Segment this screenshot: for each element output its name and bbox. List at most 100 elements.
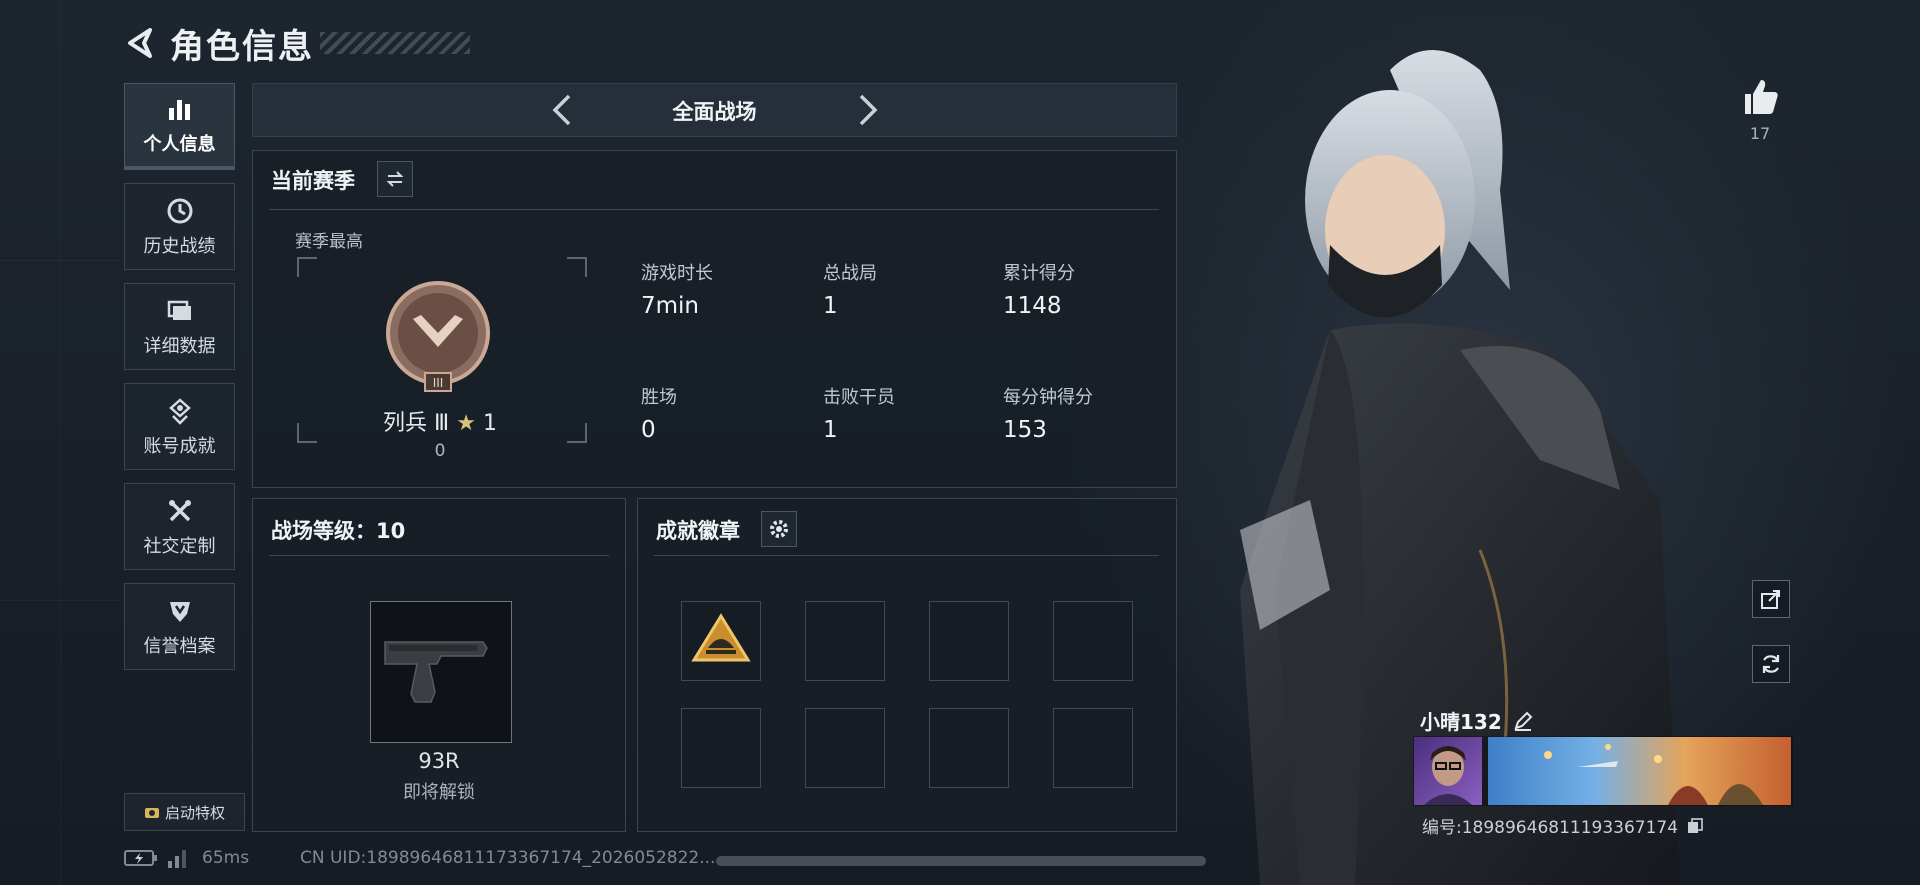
battlefield-level-panel: 战场等级：10 93R 即将解锁 [252, 498, 626, 832]
scrollbar[interactable] [716, 856, 1206, 866]
mode-label: 全面战场 [672, 100, 757, 124]
nav-item-achievements[interactable]: 账号成就 [124, 383, 235, 470]
stat-total-score: 累计得分 1148 [1003, 259, 1075, 319]
gear-icon [770, 520, 788, 538]
stat-wins: 胜场 0 [641, 383, 677, 443]
badge-slot[interactable] [681, 708, 761, 788]
stat-play-time: 游戏时长 7min [641, 259, 713, 319]
folder-icon [167, 300, 191, 320]
nav-item-credit-record[interactable]: 信誉档案 [124, 583, 235, 670]
battery-icon [124, 850, 157, 866]
frame-corner [297, 257, 317, 277]
badge-slot[interactable] [929, 601, 1009, 681]
rank-stars: 1 [482, 411, 497, 436]
title-decoration [320, 32, 470, 54]
badge-slot[interactable] [805, 708, 885, 788]
weapon-name: 93R [418, 749, 460, 773]
back-arrow-icon[interactable] [124, 26, 158, 60]
stat-value: 1 [823, 417, 838, 443]
thumbs-up-icon[interactable] [1739, 76, 1781, 118]
weapon-unlock-status: 即将解锁 [403, 782, 475, 803]
swap-icon [386, 171, 404, 187]
nav-item-social-custom[interactable]: 社交定制 [124, 483, 235, 570]
player-id-row: 编号:18989646811193367174 [1422, 813, 1704, 838]
nav-label: 历史战绩 [143, 235, 216, 257]
achievement-icon [168, 397, 191, 425]
rank-points: 0 [434, 441, 446, 461]
start-perk-button[interactable]: 启动特权 [124, 793, 245, 831]
player-name-row: 小晴132 [1420, 706, 1534, 735]
perk-label: 启动特权 [164, 803, 225, 822]
page-header: 角色信息 [124, 18, 470, 68]
nav-label: 社交定制 [143, 535, 216, 557]
share-icon [1761, 590, 1780, 609]
stat-value: 7min [641, 293, 700, 319]
nav-label: 详细数据 [143, 335, 216, 357]
copy-icon[interactable] [1686, 817, 1704, 835]
stat-value: 153 [1003, 417, 1047, 443]
pistol-icon [384, 641, 488, 703]
frame-corner [567, 257, 587, 277]
svg-text:III: III [433, 376, 444, 390]
nav-label: 账号成就 [143, 435, 216, 457]
bg-grid-line [60, 0, 61, 885]
bg-grid-line [0, 260, 120, 261]
namecard-banner[interactable] [1488, 737, 1791, 805]
edit-pencil-icon[interactable] [1512, 710, 1534, 732]
badge-slot[interactable] [929, 708, 1009, 788]
stat-value: 0 [641, 417, 656, 443]
rotate-button[interactable] [1752, 645, 1790, 683]
badge-slot[interactable] [1053, 601, 1133, 681]
achievement-badges-panel: 成就徽章 [637, 498, 1177, 832]
badge-slot[interactable] [1053, 708, 1133, 788]
stat-score-per-minute: 每分钟得分 153 [1003, 383, 1093, 443]
season-switch-button[interactable] [377, 161, 413, 197]
mode-selector: 全面战场 [252, 83, 1177, 137]
battlefield-level-title: 战场等级：10 [271, 519, 406, 543]
star-icon: ★ [456, 411, 476, 436]
refresh-icon [1762, 655, 1780, 673]
bg-grid-line [0, 600, 120, 601]
badges-title: 成就徽章 [656, 519, 740, 543]
weapon-unlock-card[interactable] [370, 601, 512, 743]
season-best-label: 赛季最高 [295, 232, 363, 252]
stat-value: 1 [823, 293, 838, 319]
shield-icon [169, 601, 190, 622]
divider [654, 555, 1159, 556]
frame-corner [567, 423, 587, 443]
stat-label: 总战局 [823, 263, 877, 284]
frame-corner [297, 423, 317, 443]
like-widget[interactable]: 17 [1735, 76, 1785, 143]
avatar[interactable] [1414, 737, 1482, 805]
badge-slot[interactable] [681, 601, 761, 681]
stat-kills: 击败干员 1 [823, 383, 895, 443]
season-title: 当前赛季 [271, 169, 355, 193]
history-clock-icon [167, 198, 192, 223]
bar-chart-icon [168, 100, 190, 120]
stat-label: 击败干员 [823, 387, 895, 408]
nav-item-personal-info[interactable]: 个人信息 [124, 83, 235, 170]
signal-icon [168, 850, 186, 868]
season-panel: 当前赛季 赛季最高 III 列兵 Ⅲ ★ 1 0 游戏时长 7min 总战局 1… [252, 150, 1177, 488]
nav-label: 信誉档案 [143, 635, 216, 657]
stat-total-matches: 总战局 1 [823, 259, 877, 319]
rank-badge-icon: III [386, 281, 490, 392]
like-count: 17 [1749, 124, 1771, 143]
badge-settings-button[interactable] [761, 511, 797, 547]
nav-item-history[interactable]: 历史战绩 [124, 183, 235, 270]
namecard-artwork [1544, 744, 1763, 805]
rank-name: 列兵 Ⅲ ★ 1 [315, 405, 565, 437]
badge-slot[interactable] [805, 601, 885, 681]
tools-icon [168, 499, 191, 521]
nav-item-detailed-data[interactable]: 详细数据 [124, 283, 235, 370]
stat-label: 累计得分 [1003, 263, 1075, 284]
share-button[interactable] [1752, 580, 1790, 618]
achievement-badge-icon [691, 613, 751, 662]
stat-value: 1148 [1003, 293, 1062, 319]
player-id: 编号:18989646811193367174 [1422, 818, 1679, 838]
stat-label: 每分钟得分 [1003, 387, 1093, 408]
nav-label: 个人信息 [143, 134, 216, 155]
left-nav: 个人信息 历史战绩 详细数据 账号成就 社交定制 信誉档案 [124, 83, 237, 683]
perk-icon [144, 808, 159, 818]
chevron-right-icon[interactable] [849, 92, 885, 128]
